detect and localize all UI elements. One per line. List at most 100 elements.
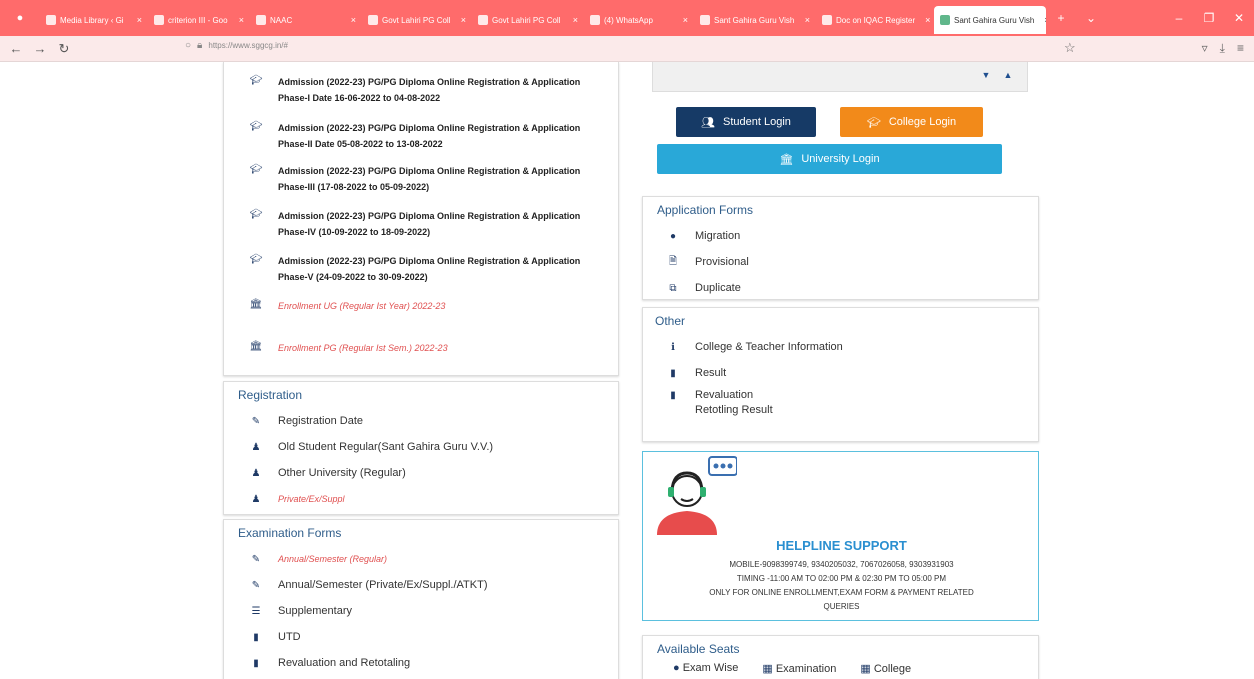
registration-date-link[interactable]: ✎ Registration Date bbox=[224, 408, 618, 434]
favicon-icon bbox=[590, 15, 600, 25]
download-icon[interactable]: ⤓ bbox=[1220, 41, 1225, 56]
private-ex-suppl-link[interactable]: ♟ Private/Ex/Suppl bbox=[224, 486, 618, 512]
retotling-result-link[interactable]: Retotling Result bbox=[643, 404, 1038, 416]
graduation-cap-icon: 🎓︎ bbox=[249, 254, 263, 265]
helpline-note-cont: QUERIES bbox=[823, 602, 860, 611]
table-icon: ▦ bbox=[762, 663, 773, 675]
graduation-cap-icon: 🎓︎ bbox=[249, 164, 263, 175]
tab-6[interactable]: (4) WhatsApp × bbox=[584, 6, 694, 34]
application-forms-title: Application Forms bbox=[657, 203, 754, 217]
close-tab-icon[interactable]: × bbox=[233, 15, 244, 25]
news-item[interactable]: 🎓︎ Admission (2022-23) PG/PG Diploma Onli… bbox=[248, 253, 598, 285]
restore-icon[interactable]: ❐ bbox=[1194, 11, 1224, 25]
minimize-icon[interactable]: – bbox=[1164, 11, 1194, 25]
url-bar[interactable]: ○ 🔒︎ https://www.sggcg.in/# bbox=[185, 40, 288, 51]
bookmark-icon: ▮ bbox=[670, 367, 676, 379]
college-login-button[interactable]: 🎓︎ College Login bbox=[840, 107, 983, 137]
seats-tab-examination[interactable]: ▦ Examination bbox=[762, 662, 836, 675]
new-tab-icon[interactable]: + bbox=[1046, 11, 1076, 25]
chevron-up-icon[interactable]: ▲ bbox=[1001, 70, 1015, 84]
file-icon: ▮ bbox=[253, 657, 259, 669]
favicon-icon bbox=[822, 15, 832, 25]
available-seats-title: Available Seats bbox=[657, 642, 740, 656]
close-tab-icon[interactable]: × bbox=[919, 15, 930, 25]
chevron-down-icon[interactable]: ▼ bbox=[979, 70, 993, 84]
info-icon: ℹ bbox=[671, 341, 675, 353]
favicon-icon bbox=[700, 15, 710, 25]
close-tab-icon[interactable]: × bbox=[345, 15, 356, 25]
examination-forms-title: Examination Forms bbox=[238, 526, 342, 540]
tab-9-active[interactable]: Sant Gahira Guru Vish× bbox=[934, 6, 1046, 34]
page-content: 🎓︎ Admission (2022-23) PG/PG Diploma Onli… bbox=[0, 62, 1254, 679]
university-login-button[interactable]: 🏛︎ University Login bbox=[657, 144, 1002, 174]
edit-icon: ✎ bbox=[251, 579, 261, 591]
accordion-header: ▼ ▲ bbox=[652, 62, 1028, 92]
close-tab-icon[interactable]: × bbox=[567, 15, 578, 25]
other-university-link[interactable]: ♟ Other University (Regular) bbox=[224, 460, 618, 486]
revaluation-link[interactable]: ▮ Revaluation bbox=[643, 386, 1038, 404]
other-panel: Other ℹ College & Teacher Information ▮ Re… bbox=[642, 307, 1039, 442]
close-tab-icon[interactable]: × bbox=[455, 15, 466, 25]
favicon-icon bbox=[940, 15, 950, 25]
student-login-button[interactable]: 👥︎ Student Login bbox=[676, 107, 816, 137]
close-tab-icon[interactable]: × bbox=[1038, 15, 1046, 25]
graduation-cap-icon: 🎓︎ bbox=[249, 121, 263, 132]
graduation-cap-icon: 🎓︎ bbox=[866, 116, 881, 129]
copy-icon: ⧉ bbox=[669, 282, 677, 294]
seats-tab-college[interactable]: ▦ College bbox=[860, 662, 911, 675]
news-item[interactable]: 🎓︎ Admission (2022-23) PG/PG Diploma Onli… bbox=[248, 74, 598, 106]
tab-2[interactable]: criterion III - Goo × bbox=[148, 6, 250, 34]
annual-semester-private-link[interactable]: ✎ Annual/Semester (Private/Ex/Suppl./ATKT… bbox=[224, 572, 618, 598]
pocket-icon[interactable]: ▿ bbox=[1202, 41, 1208, 56]
close-tab-icon[interactable]: × bbox=[799, 15, 810, 25]
users-icon: 👥︎ bbox=[701, 116, 716, 129]
close-tab-icon[interactable]: × bbox=[677, 15, 688, 25]
institution-icon: 🏛︎ bbox=[779, 153, 794, 166]
college-teacher-info-link[interactable]: ℹ College & Teacher Information bbox=[643, 334, 1038, 360]
close-tab-icon[interactable]: × bbox=[131, 15, 142, 25]
back-icon[interactable]: ← bbox=[4, 41, 28, 56]
firefox-icon[interactable]: ● bbox=[0, 12, 40, 24]
helpline-title: HELPLINE SUPPORT bbox=[776, 538, 907, 553]
file-icon: ▮ bbox=[253, 631, 259, 643]
seats-tab-exam-wise[interactable]: ● Exam Wise bbox=[673, 662, 738, 675]
old-student-regular-link[interactable]: ♟ Old Student Regular(Sant Gahira Guru V.… bbox=[224, 434, 618, 460]
result-link[interactable]: ▮ Result bbox=[643, 360, 1038, 386]
migration-link[interactable]: ● Migration bbox=[643, 223, 1038, 249]
available-seats-panel: Available Seats ● Exam Wise ▦ Examinatio… bbox=[642, 635, 1039, 679]
edit-icon: ✎ bbox=[251, 415, 261, 427]
tab-3[interactable]: NAAC × bbox=[250, 6, 362, 34]
graduation-cap-icon: 🎓︎ bbox=[249, 75, 263, 86]
helpline-mobile: MOBILE-9098399749, 9340205032, 706702605… bbox=[729, 560, 954, 569]
news-item[interactable]: 🏛︎ Enrollment PG (Regular Ist Sem.) 2022-… bbox=[248, 340, 598, 356]
duplicate-link[interactable]: ⧉ Duplicate bbox=[643, 275, 1038, 301]
provisional-link[interactable]: 🗎︎ Provisional bbox=[643, 249, 1038, 275]
bookmark-star-icon[interactable]: ☆ bbox=[1064, 40, 1076, 56]
news-item[interactable]: 🎓︎ Admission (2022-23) PG/PG Diploma Onli… bbox=[248, 163, 598, 195]
favicon-icon bbox=[256, 15, 266, 25]
application-forms-panel: Application Forms ● Migration 🗎︎ Provision… bbox=[642, 196, 1039, 300]
supplementary-link[interactable]: ☰ Supplementary bbox=[224, 598, 618, 624]
utd-link[interactable]: ▮ UTD bbox=[224, 624, 618, 650]
list-tabs-icon[interactable]: ⌄ bbox=[1076, 11, 1106, 25]
bookmark-icon: ▮ bbox=[670, 389, 676, 401]
registration-panel: Registration ✎ Registration Date ♟ Old Stu… bbox=[223, 381, 619, 515]
tab-7[interactable]: Sant Gahira Guru Vish × bbox=[694, 6, 816, 34]
news-item[interactable]: 🎓︎ Admission (2022-23) PG/PG Diploma Onli… bbox=[248, 208, 598, 240]
forward-icon[interactable]: → bbox=[28, 41, 52, 56]
favicon-icon bbox=[368, 15, 378, 25]
bullet-icon: ● bbox=[669, 230, 677, 242]
close-window-icon[interactable]: ✕ bbox=[1224, 11, 1254, 25]
tab-1[interactable]: Media Library ‹ Gi × bbox=[40, 6, 148, 34]
table-icon: ▦ bbox=[860, 663, 871, 675]
news-item[interactable]: 🎓︎ Admission (2022-23) PG/PG Diploma Onli… bbox=[248, 120, 598, 152]
document-icon: 🗎︎ bbox=[668, 255, 678, 267]
tab-5[interactable]: Govt Lahiri PG Coll × bbox=[472, 6, 584, 34]
reload-icon[interactable]: ↻ bbox=[52, 41, 76, 57]
menu-icon[interactable]: ≡ bbox=[1237, 41, 1244, 56]
tab-4[interactable]: Govt Lahiri PG Coll × bbox=[362, 6, 472, 34]
annual-semester-regular-link[interactable]: ✎ Annual/Semester (Regular) bbox=[224, 546, 618, 572]
tab-8[interactable]: Doc on IQAC Register × bbox=[816, 6, 934, 34]
revaluation-retotaling-link[interactable]: ▮ Revaluation and Retotaling bbox=[224, 650, 618, 676]
news-item[interactable]: 🏛︎ Enrollment UG (Regular Ist Year) 2022-… bbox=[248, 298, 598, 314]
